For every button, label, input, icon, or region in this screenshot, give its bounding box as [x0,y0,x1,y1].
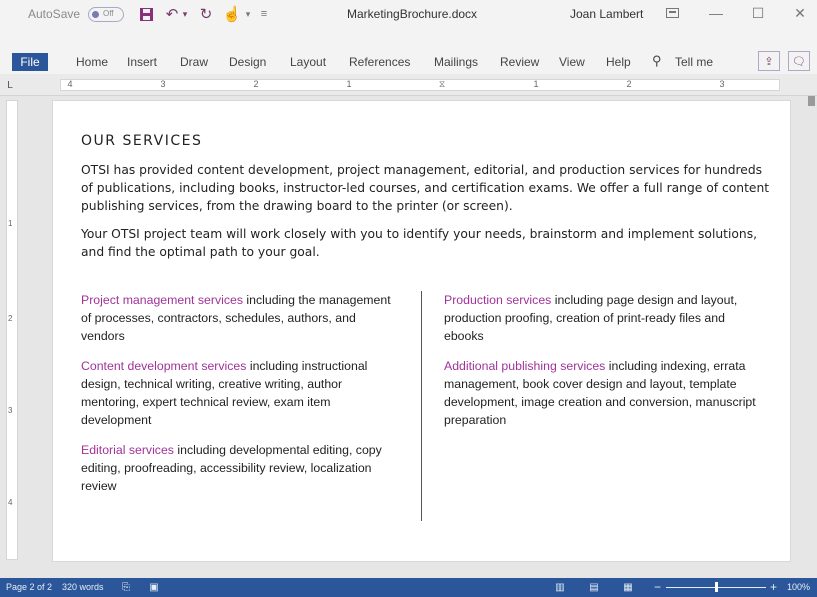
tab-design[interactable]: Design [229,55,266,69]
save-icon[interactable] [136,4,156,24]
status-bar: Page 2 of 2 320 words ⎘ ▣ ▥ ▤ ▦ − + 100% [0,578,817,597]
indent-marker-icon[interactable]: ⧖ [437,79,447,90]
tab-insert[interactable]: Insert [127,55,157,69]
comments-icon[interactable]: 🗨 [788,51,810,71]
document-filename: MarketingBrochure.docx [347,7,478,21]
zoom-level[interactable]: 100% [787,582,810,592]
autosave-toggle[interactable]: Off [88,7,124,22]
service-name: Additional publishing services [444,359,606,373]
service-item: Additional publishing services including… [444,357,766,429]
services-columns: Project management services including th… [81,291,771,521]
autosave-state: Off [103,9,114,18]
vruler-label: 1 [8,219,13,228]
undo-icon[interactable]: ↶ [162,4,182,24]
service-item: Production services including page desig… [444,291,766,345]
customize-icon[interactable]: ≡ [258,4,270,24]
service-item: Content development services including i… [81,357,391,429]
ruler-label: 3 [719,79,725,89]
undo-dropdown-icon[interactable]: ▾ [180,4,190,24]
read-mode-icon[interactable]: ▥ [554,581,566,593]
user-name[interactable]: Joan Lambert [570,7,643,21]
tab-draw[interactable]: Draw [180,55,208,69]
touch-dropdown-icon[interactable]: ▾ [243,4,253,24]
horizontal-ruler-row: L 4 3 2 1 1 2 3 ⧖ [0,74,817,96]
ribbon-tabs: File Home Insert Draw Design Layout Refe… [0,49,817,74]
ruler-label: 3 [160,79,166,89]
tell-me-label[interactable]: Tell me [675,55,713,69]
service-name: Editorial services [81,443,174,457]
word-count[interactable]: 320 words [62,582,104,592]
ruler-label: 2 [253,79,259,89]
scrollbar-thumb[interactable] [808,96,815,106]
maximize-icon[interactable]: ☐ [744,2,772,24]
share-icon[interactable]: ⇪ [758,51,780,71]
document-page[interactable]: OUR SERVICES OTSI has provided content d… [52,100,791,562]
service-name: Project management services [81,293,243,307]
ruler-label: 4 [67,79,73,89]
proofing-icon[interactable]: ⎘ [120,581,132,593]
vertical-scrollbar[interactable] [806,96,817,578]
tab-help[interactable]: Help [606,55,631,69]
left-column: Project management services including th… [81,291,391,507]
vruler-label: 2 [8,314,13,323]
close-icon[interactable]: ✕ [786,2,814,24]
ruler-label: 1 [533,79,539,89]
print-layout-icon[interactable]: ▤ [588,581,600,593]
macro-recording-icon[interactable]: ▣ [148,581,160,593]
tab-selector-icon[interactable]: L [4,79,16,91]
tab-review[interactable]: Review [500,55,539,69]
vruler-label: 4 [8,498,13,507]
service-item: Project management services including th… [81,291,391,345]
ruler-label: 1 [346,79,352,89]
tab-layout[interactable]: Layout [290,55,326,69]
tab-references[interactable]: References [349,55,410,69]
service-item: Editorial services including development… [81,441,391,495]
minimize-icon[interactable]: — [702,2,730,24]
zoom-in-icon[interactable]: + [770,580,777,594]
toggle-dot [92,11,99,18]
vruler-label: 3 [8,406,13,415]
title-bar: AutoSave Off ↶ ▾ ↻ ☝ ▾ ≡ MarketingBrochu… [0,0,817,49]
tab-file[interactable]: File [12,53,48,71]
service-name: Content development services [81,359,247,373]
tab-home[interactable]: Home [76,55,108,69]
touch-mode-icon[interactable]: ☝ [222,4,242,24]
vertical-ruler[interactable]: 1 2 3 4 [6,100,18,560]
intro-paragraph: OTSI has provided content development, p… [81,163,770,213]
search-icon[interactable]: ⚲ [652,53,662,69]
service-name: Production services [444,293,552,307]
autosave-label: AutoSave [28,7,81,21]
ruler-label: 2 [626,79,632,89]
zoom-out-icon[interactable]: − [654,580,661,594]
page-heading: OUR SERVICES [81,133,203,149]
web-layout-icon[interactable]: ▦ [622,581,634,593]
team-paragraph: Your OTSI project team will work closely… [81,227,758,259]
column-divider [421,291,422,521]
zoom-slider-thumb[interactable] [715,582,718,592]
ribbon-display-icon[interactable] [658,2,686,24]
tab-mailings[interactable]: Mailings [434,55,478,69]
redo-icon[interactable]: ↻ [196,4,216,24]
horizontal-ruler[interactable]: 4 3 2 1 1 2 3 ⧖ [60,79,780,91]
document-body[interactable]: OUR SERVICES OTSI has provided content d… [81,133,771,271]
page-count[interactable]: Page 2 of 2 [6,582,52,592]
tab-view[interactable]: View [559,55,585,69]
right-column: Production services including page desig… [444,291,766,441]
